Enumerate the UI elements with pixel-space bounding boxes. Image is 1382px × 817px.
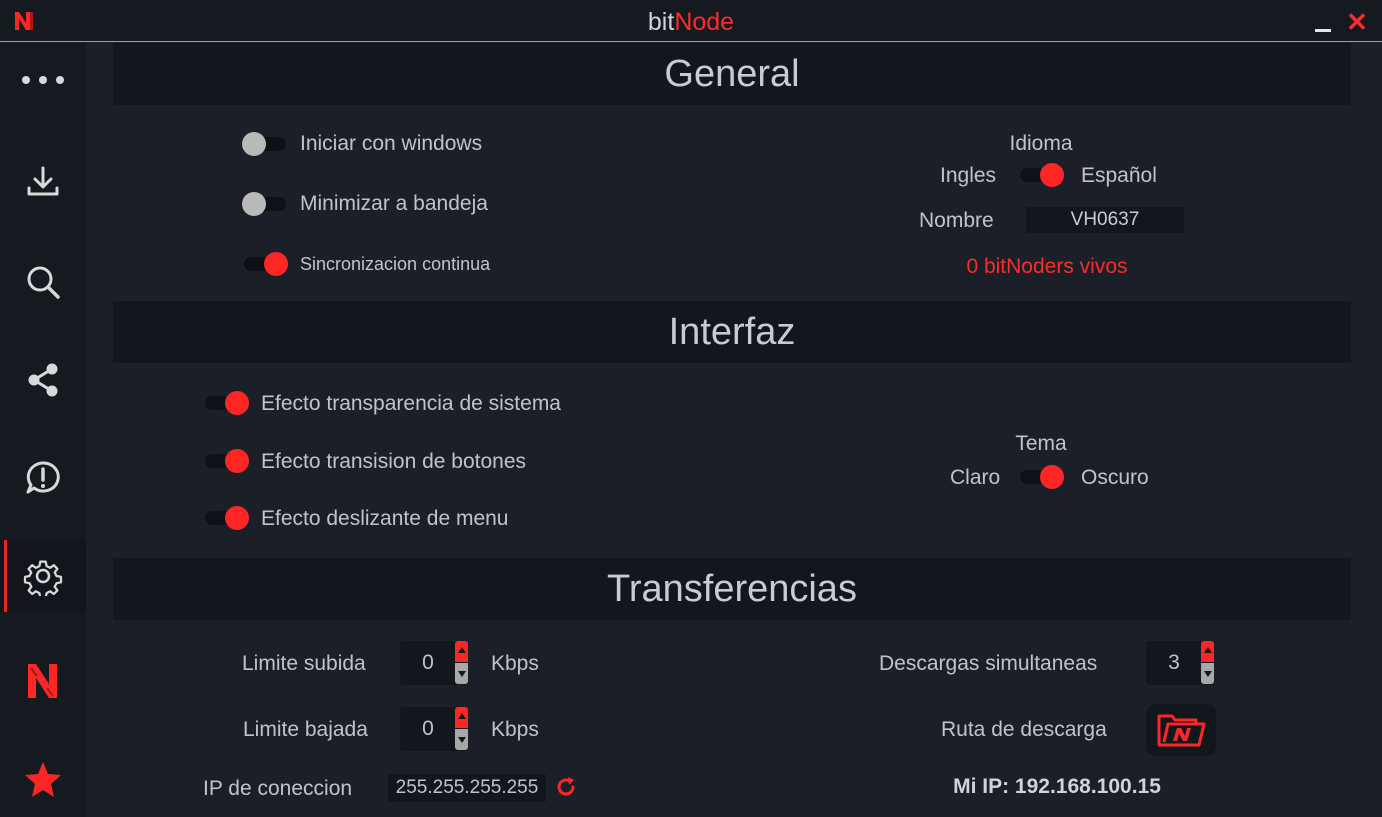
simultaneous-downloads-value[interactable]: 3 <box>1146 641 1202 685</box>
sidebar-item-feedback[interactable] <box>0 442 86 514</box>
minimize-button[interactable] <box>1313 14 1335 34</box>
language-left-label: Ingles <box>940 164 997 187</box>
theme-left-label: Claro <box>950 466 1001 489</box>
toggle-button-transition[interactable] <box>203 449 249 473</box>
download-limit-stepper[interactable]: 0 <box>400 707 468 751</box>
simultaneous-downloads-stepper[interactable]: 3 <box>1146 641 1214 685</box>
button-transition-label: Efecto transision de botones <box>261 450 527 473</box>
window-title-part2: Node <box>674 8 735 36</box>
connection-ip-field[interactable]: 255.255.255.255 <box>388 774 546 802</box>
sidebar-item-settings[interactable] <box>0 540 86 612</box>
star-icon <box>25 762 61 797</box>
language-right-label: Español <box>1081 164 1157 187</box>
search-icon <box>27 266 60 299</box>
download-unit-label: Kbps <box>491 718 539 741</box>
sidebar-item-search[interactable] <box>0 246 86 318</box>
alive-count-text: 0 bitNoders vivos <box>966 255 1128 278</box>
toggle-continuous-sync[interactable] <box>242 252 288 276</box>
section-header-transfers: Transferencias <box>113 558 1351 620</box>
my-ip-text: Mi IP: 192.168.100.15 <box>953 775 1161 798</box>
close-button[interactable]: ✕ <box>1346 9 1368 35</box>
window-title: bitNode <box>0 8 1382 37</box>
upload-unit-label: Kbps <box>491 652 539 675</box>
download-limit-label: Limite bajada <box>243 718 368 741</box>
sidebar-item-favorites[interactable] <box>0 743 86 815</box>
continuous-sync-label: Sincronizacion continua <box>300 254 491 274</box>
download-icon <box>27 166 59 196</box>
toggle-transparency[interactable] <box>203 391 249 415</box>
minimize-to-tray-label: Minimizar a bandeja <box>300 192 488 215</box>
download-limit-decrease-button[interactable] <box>455 729 468 750</box>
upload-limit-value[interactable]: 0 <box>400 641 456 685</box>
share-icon <box>28 363 58 397</box>
simultaneous-downloads-increase-button[interactable] <box>1201 641 1214 662</box>
transparency-label: Efecto transparencia de sistema <box>261 392 561 415</box>
name-field[interactable]: VH0637 <box>1026 207 1184 233</box>
sidebar-item-share[interactable] <box>0 344 86 416</box>
theme-right-label: Oscuro <box>1081 466 1149 489</box>
download-path-label: Ruta de descarga <box>941 718 1107 741</box>
connection-ip-label: IP de coneccion <box>203 777 353 800</box>
folder-icon <box>1157 714 1206 747</box>
toggle-menu-slide[interactable] <box>203 506 249 530</box>
toggle-minimize-to-tray[interactable] <box>242 192 288 216</box>
name-label: Nombre <box>919 209 994 232</box>
download-limit-value[interactable]: 0 <box>400 707 456 751</box>
language-title: Idioma <box>1009 132 1073 155</box>
settings-panel: General Iniciar con windows Minimizar a … <box>86 43 1382 817</box>
toggle-start-with-windows[interactable] <box>242 132 288 156</box>
upload-limit-decrease-button[interactable] <box>455 663 468 684</box>
toggle-language[interactable] <box>1018 163 1064 187</box>
gear-icon <box>23 560 63 596</box>
section-header-general: General <box>113 43 1351 105</box>
more-dots-icon <box>22 76 64 84</box>
menu-slide-label: Efecto deslizante de menu <box>261 507 509 530</box>
toggle-theme[interactable] <box>1018 465 1064 489</box>
theme-title: Tema <box>1015 432 1067 455</box>
upload-limit-label: Limite subida <box>242 652 366 675</box>
sidebar-item-bitnode[interactable] <box>0 645 86 717</box>
start-with-windows-label: Iniciar con windows <box>300 132 483 155</box>
simultaneous-downloads-label: Descargas simultaneas <box>879 652 1098 675</box>
upload-limit-stepper[interactable]: 0 <box>400 641 468 685</box>
sidebar-item-more[interactable] <box>0 44 86 116</box>
simultaneous-downloads-decrease-button[interactable] <box>1201 663 1214 684</box>
alert-icon <box>26 461 60 494</box>
download-path-button[interactable] <box>1146 704 1216 756</box>
sidebar-item-downloads[interactable] <box>0 146 86 218</box>
sidebar <box>0 43 86 817</box>
upload-limit-increase-button[interactable] <box>455 641 468 662</box>
refresh-icon[interactable] <box>554 775 578 799</box>
window-title-part1: bit <box>647 8 675 36</box>
bitnode-logo-icon <box>28 664 57 698</box>
title-bar: bitNode ✕ <box>0 0 1382 42</box>
section-header-interface: Interfaz <box>113 301 1351 363</box>
download-limit-increase-button[interactable] <box>455 707 468 728</box>
